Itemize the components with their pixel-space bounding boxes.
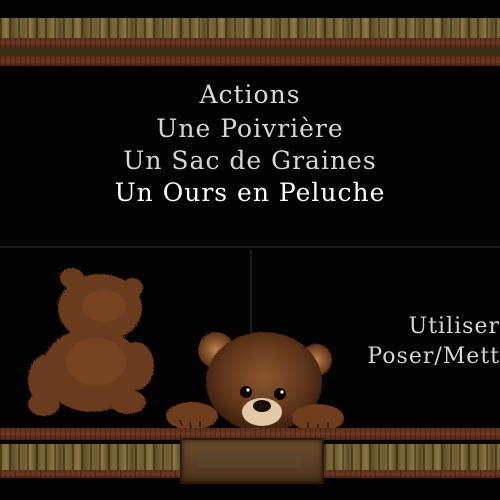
menu-item-pepper-shaker[interactable]: Une Poivrière bbox=[0, 114, 500, 144]
game-screen: Actions Une Poivrière Un Sac de Graines … bbox=[0, 0, 500, 500]
place-action[interactable]: Poser/Mett bbox=[356, 342, 500, 372]
top-wood-strip bbox=[0, 38, 500, 48]
use-action[interactable]: Utiliser bbox=[356, 312, 500, 342]
menu-item-teddy-bear[interactable]: Un Ours en Peluche bbox=[0, 178, 500, 208]
shadow-teddy-bear-icon[interactable] bbox=[20, 262, 160, 418]
top-ornament-border-thin bbox=[0, 48, 500, 56]
menu-item-seed-bag[interactable]: Un Sac de Graines bbox=[0, 146, 500, 176]
name-plaque bbox=[180, 438, 324, 484]
top-wood-strip-lower bbox=[0, 56, 500, 66]
plaque-label-area bbox=[198, 450, 302, 468]
teddy-bear-icon[interactable] bbox=[158, 320, 348, 438]
top-ornament-border bbox=[0, 18, 500, 38]
actions-title: Actions bbox=[199, 80, 301, 109]
panel-divider bbox=[0, 246, 500, 248]
